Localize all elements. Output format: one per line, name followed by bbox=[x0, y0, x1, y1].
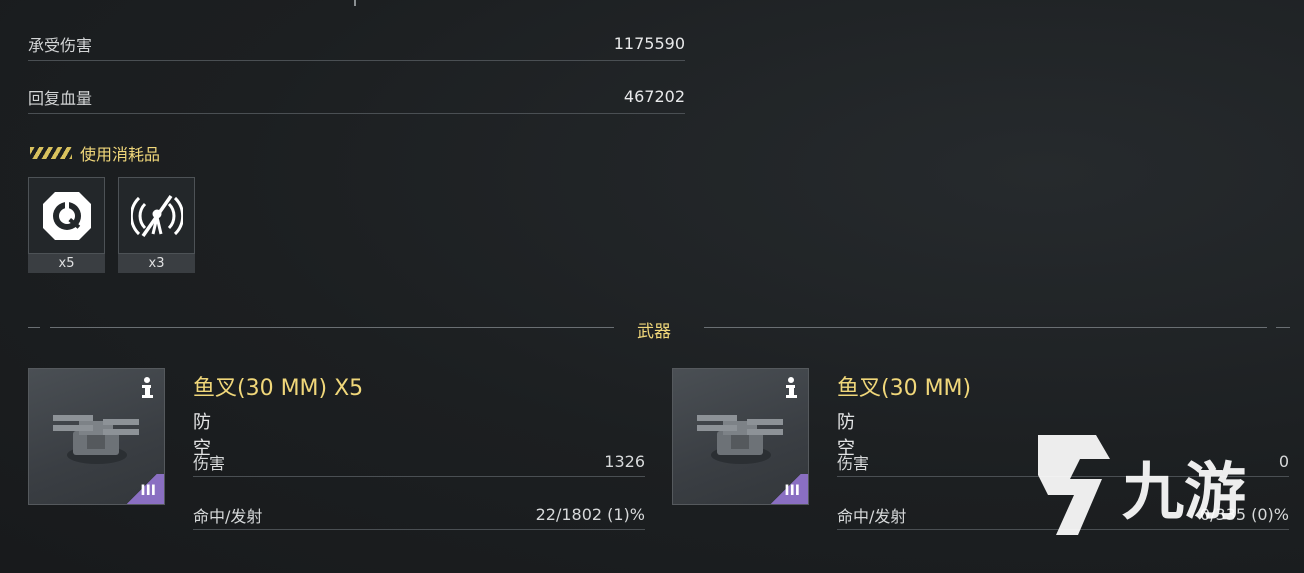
weapon-stat-label: 伤害 bbox=[193, 453, 226, 473]
stat-label: 回复血量 bbox=[28, 88, 93, 108]
consumable-repair-kit[interactable]: x5 bbox=[28, 177, 105, 273]
divider-line bbox=[704, 327, 1267, 328]
stat-row-hp-restored: 回复血量 467202 bbox=[28, 80, 685, 114]
weapons-section-title: 武器 bbox=[637, 322, 671, 342]
tier-label: III bbox=[140, 483, 156, 499]
weapon-stat-label: 命中/发射 bbox=[837, 506, 907, 526]
weapon-name: 鱼叉(30 MM) bbox=[837, 376, 972, 401]
weapon-thumbnail[interactable]: III bbox=[28, 368, 165, 505]
stat-value: 467202 bbox=[623, 87, 685, 106]
weapon-stat-value: 22/1802 (1)% bbox=[535, 505, 645, 524]
signal-jammer-icon bbox=[130, 194, 183, 237]
top-tick-mark bbox=[354, 0, 356, 6]
consumable-count: x3 bbox=[118, 254, 195, 273]
consumable-signal-jammer[interactable]: x3 bbox=[118, 177, 195, 273]
repair-kit-icon bbox=[42, 191, 91, 240]
jiuyou-logo-watermark: 九游 bbox=[1038, 435, 1246, 535]
weapon-stat-label: 命中/发射 bbox=[193, 506, 263, 526]
consumable-icon-box bbox=[28, 177, 105, 254]
consumable-count: x5 bbox=[28, 254, 105, 273]
consumables-heading: 使用消耗品 bbox=[30, 141, 160, 165]
weapon-stat-row: 命中/发射 22/1802 (1)% bbox=[193, 500, 645, 530]
divider-line bbox=[50, 327, 614, 328]
stat-label: 承受伤害 bbox=[28, 35, 93, 55]
weapon-stat-label: 伤害 bbox=[837, 453, 870, 473]
weapon-thumbnail[interactable]: III bbox=[672, 368, 809, 505]
stat-row-damage-taken: 承受伤害 1175590 bbox=[28, 27, 685, 61]
weapon-stat-value: 1326 bbox=[604, 452, 645, 471]
stripe-decoration-icon bbox=[30, 147, 72, 159]
watermark-text: 九游 bbox=[1122, 455, 1246, 528]
weapon-name: 鱼叉(30 MM) X5 bbox=[193, 376, 364, 401]
divider-line bbox=[1276, 327, 1290, 328]
consumable-icon-box bbox=[118, 177, 195, 254]
tier-label: III bbox=[784, 483, 800, 499]
info-icon[interactable] bbox=[784, 377, 798, 399]
info-icon[interactable] bbox=[140, 377, 154, 399]
divider-line bbox=[28, 327, 40, 328]
stat-value: 1175590 bbox=[613, 34, 685, 53]
consumables-heading-label: 使用消耗品 bbox=[80, 145, 161, 164]
weapon-stat-row: 伤害 1326 bbox=[193, 447, 645, 477]
weapons-divider: 武器 bbox=[0, 317, 1304, 342]
